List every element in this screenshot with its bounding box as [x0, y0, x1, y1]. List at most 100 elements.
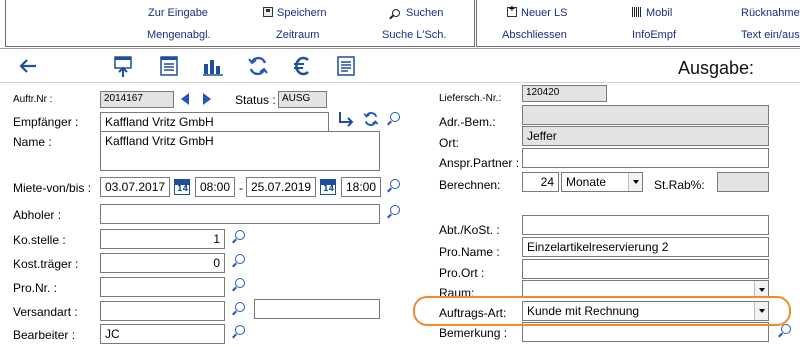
adr-bem-label: Adr.-Bem.:	[439, 115, 496, 129]
prev-record-icon[interactable]	[181, 93, 189, 105]
mengenabgl-button[interactable]: Mengenabgl.	[147, 29, 211, 41]
pronr-search-icon[interactable]	[232, 278, 246, 292]
mengenabgl-label: Mengenabgl.	[147, 29, 211, 41]
zeitraum-button[interactable]: Zeitraum	[276, 29, 319, 41]
auftr-nr-field[interactable]: 2014167	[100, 91, 174, 108]
auftragsart-value: Kunde mit Rechnung	[527, 304, 640, 318]
anspr-field[interactable]	[522, 148, 769, 168]
proort-field[interactable]	[522, 259, 769, 279]
von-time-field[interactable]: 08:00	[195, 177, 235, 197]
top-toolbar: Zur Eingabe Mengenabgl. Speichern Zeitra…	[0, 0, 800, 48]
kostelle-label: Ko.stelle :	[13, 233, 66, 247]
von-date-field[interactable]: 03.07.2017	[100, 177, 170, 197]
name-field[interactable]: Kaffland Vritz GmbH	[100, 131, 380, 171]
empfaenger-field[interactable]: Kaffland Vritz GmbH	[100, 112, 329, 132]
ort-field[interactable]: Jeffer	[522, 126, 769, 146]
proname-label: Pro.Name :	[439, 245, 500, 259]
suchen-label: Suchen	[406, 7, 444, 19]
zur-eingabe-label: Zur Eingabe	[148, 7, 208, 19]
proort-label: Pro.Ort :	[439, 266, 485, 280]
neuer-ls-label: Neuer LS	[521, 7, 568, 19]
kosttraeger-search-icon[interactable]	[232, 254, 246, 268]
export-doc-icon[interactable]	[111, 54, 135, 78]
berechnen-unit-dropdown[interactable]: Monate	[561, 172, 643, 192]
adr-bem-field[interactable]	[522, 105, 769, 125]
versandart-description-field[interactable]	[254, 299, 380, 319]
status-field[interactable]: AUSG	[278, 91, 327, 108]
bar-chart-icon[interactable]	[201, 54, 225, 78]
empfaenger-search-icon[interactable]	[387, 112, 401, 126]
back-arrow-icon[interactable]	[16, 54, 40, 78]
pronr-field[interactable]	[100, 277, 225, 297]
berechnen-unit-value: Monate	[566, 175, 607, 189]
bis-date-field[interactable]: 25.07.2019	[246, 177, 316, 197]
date-range-dash: -	[239, 181, 243, 195]
suche-lsch-label: Suche L'Sch.	[382, 29, 447, 41]
ort-label: Ort:	[439, 136, 459, 150]
chevron-down-icon	[754, 302, 768, 320]
euro-icon[interactable]	[290, 54, 314, 78]
bis-calendar-icon[interactable]: 14	[320, 179, 336, 195]
save-icon	[263, 7, 273, 17]
strab-field[interactable]	[717, 172, 769, 192]
abholer-field[interactable]	[100, 204, 380, 224]
bis-calendar-day: 14	[323, 184, 335, 193]
auftragsart-dropdown[interactable]: Kunde mit Rechnung	[522, 301, 769, 321]
infoempf-button[interactable]: InfoEmpf	[632, 29, 676, 41]
transfer-arrow-icon[interactable]	[337, 110, 357, 128]
bearbeiter-label: Bearbeiter :	[13, 328, 76, 342]
kosttraeger-field[interactable]: 0	[100, 253, 225, 273]
strab-label: St.Rab%:	[654, 178, 705, 192]
mobil-button[interactable]: Mobil	[632, 7, 672, 19]
zur-eingabe-button[interactable]: Zur Eingabe	[148, 7, 208, 19]
raum-label: Raum:	[439, 286, 475, 300]
kostelle-search-icon[interactable]	[232, 230, 246, 244]
page-title: Ausgabe:	[678, 58, 755, 78]
raum-dropdown[interactable]	[522, 280, 769, 298]
bemerkung-label: Bemerkung :	[439, 326, 508, 340]
von-calendar-day: 14	[177, 184, 189, 193]
bearbeiter-field[interactable]: JC	[100, 324, 225, 344]
auftragsart-label: Auftrags-Art:	[439, 306, 507, 320]
von-calendar-icon[interactable]: 14	[174, 179, 190, 195]
next-record-icon[interactable]	[203, 93, 211, 105]
name-label: Name :	[13, 135, 52, 149]
suchen-button[interactable]: Suchen	[392, 7, 443, 19]
berechnen-number-field[interactable]: 24	[522, 172, 559, 192]
suche-lsch-button[interactable]: Suche L'Sch.	[382, 29, 446, 41]
abschliessen-button[interactable]: Abschliessen	[502, 29, 567, 41]
bemerkung-field[interactable]	[522, 322, 769, 342]
abholer-label: Abholer :	[13, 208, 62, 222]
liefersch-field[interactable]: 120420	[522, 85, 607, 102]
neuer-ls-button[interactable]: Neuer LS	[507, 4, 568, 19]
list-doc-icon[interactable]	[157, 54, 181, 78]
versandart-label: Versandart :	[13, 305, 78, 319]
speichern-label: Speichern	[277, 7, 327, 19]
zeitraum-label: Zeitraum	[276, 29, 320, 41]
proname-field[interactable]: Einzelartikelreservierung 2	[522, 237, 769, 257]
empfaenger-label: Empfänger :	[13, 115, 79, 129]
mobil-label: Mobil	[646, 7, 673, 19]
text-doc-icon[interactable]	[334, 54, 358, 78]
abt-field[interactable]	[522, 215, 769, 235]
miete-label: Miete-von/bis :	[13, 181, 92, 195]
bearbeiter-search-icon[interactable]	[232, 325, 246, 339]
form-divider	[0, 82, 800, 83]
empfaenger-refresh-icon[interactable]	[361, 110, 381, 128]
versandart-field[interactable]	[100, 301, 225, 321]
miete-search-icon[interactable]	[387, 179, 401, 193]
abt-label: Abt./KoSt. :	[439, 223, 500, 237]
bis-time-field[interactable]: 18:00	[341, 177, 381, 197]
speichern-button[interactable]: Speichern	[263, 7, 327, 19]
text-ein-aus-button[interactable]: Text ein/aus	[741, 29, 800, 41]
abschliessen-label: Abschliessen	[502, 29, 567, 41]
kostelle-field[interactable]: 1	[100, 229, 225, 249]
abholer-search-icon[interactable]	[387, 205, 401, 219]
search-icon	[392, 9, 400, 17]
liefersch-label: Liefersch.-Nr.:	[439, 93, 502, 104]
ruecknahme-button[interactable]: Rücknahme	[741, 7, 800, 19]
versandart-search-icon[interactable]	[232, 302, 246, 316]
chevron-down-icon	[754, 281, 768, 297]
refresh-icon[interactable]	[246, 54, 270, 78]
bemerkung-search-icon[interactable]	[778, 324, 792, 338]
